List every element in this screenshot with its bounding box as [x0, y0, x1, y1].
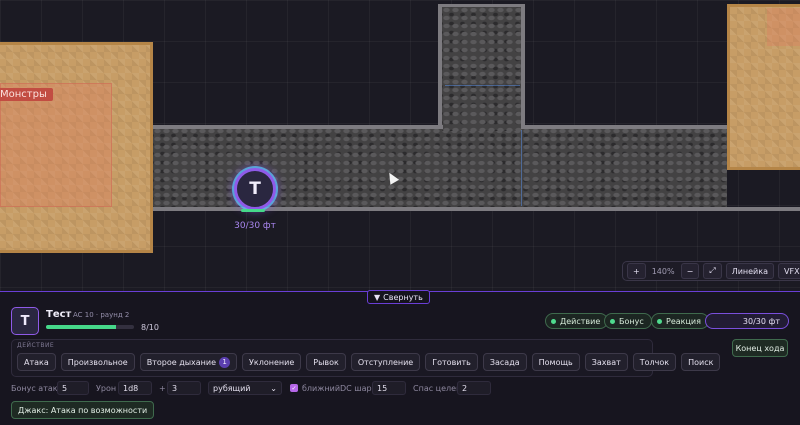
action-help-button[interactable]: Помощь — [531, 353, 580, 371]
character-name: Тест — [46, 309, 72, 320]
action-disengage-button[interactable]: Отступление — [350, 353, 421, 371]
save-dc-input[interactable]: 15 — [372, 381, 406, 395]
attack-bonus-label: Бонус атаки — [11, 384, 63, 393]
damage-type-value: рубящий — [213, 383, 251, 393]
economy-label: Бонус — [619, 316, 644, 326]
available-dot-icon — [610, 318, 615, 324]
movement-remaining: 30/30 фт — [705, 313, 789, 329]
wall — [438, 6, 442, 129]
action-label: Уклонение — [249, 357, 295, 367]
action-ready-button[interactable]: Готовить — [425, 353, 478, 371]
action-economy-action: Действие — [545, 313, 609, 329]
available-dot-icon — [657, 318, 662, 324]
action-label: Помощь — [538, 357, 573, 367]
damage-type-select[interactable]: рубящий ⌄ — [208, 381, 282, 395]
melee-label: ближний — [302, 384, 341, 393]
economy-label: Действие — [560, 316, 601, 326]
east-room-marker — [767, 8, 800, 46]
expand-icon: ⤢ — [709, 266, 716, 275]
available-dot-icon — [551, 318, 556, 324]
wall — [521, 6, 525, 129]
token-health-bar — [241, 209, 265, 212]
action-label: Готовить — [432, 357, 471, 367]
token-initial: T — [249, 179, 261, 199]
wall — [153, 125, 443, 129]
action-attack-button[interactable]: Атака — [17, 353, 56, 371]
vfx-button[interactable]: VFX — [778, 263, 800, 279]
damage-label: Урон — [96, 384, 117, 393]
triangle-down-icon: ▼ — [374, 292, 381, 302]
target-saves-label: Спас целей — [413, 384, 462, 393]
collapse-panel-button[interactable]: ▼ Свернуть — [367, 290, 430, 304]
corridor-vertical — [442, 6, 522, 131]
battle-map[interactable]: Монстры T 30/30 фт + 140% − ⤢ Линейка VF… — [0, 0, 800, 292]
character-meta: AC 10 · раунд 2 — [73, 311, 130, 319]
fullscreen-button[interactable]: ⤢ — [703, 263, 722, 279]
action-dash-button[interactable]: Рывок — [306, 353, 346, 371]
game-screen: Монстры T 30/30 фт + 140% − ⤢ Линейка VF… — [0, 0, 800, 425]
actions-heading: ДЕЙСТВИЕ — [17, 342, 55, 349]
action-economy-bonus: Бонус — [604, 313, 652, 329]
map-toolbar: + 140% − ⤢ Линейка VFX — [622, 261, 800, 281]
melee-checkbox[interactable]: ✓ — [290, 384, 298, 392]
collapse-label: Свернуть — [383, 292, 423, 302]
uses-badge: 1 — [219, 356, 231, 368]
action-hide-button[interactable]: Засада — [482, 353, 527, 371]
action-label: Второе дыхание — [146, 357, 217, 367]
actions-row: Атака Произвольное Второе дыхание 1 Укло… — [17, 353, 721, 371]
action-second-wind-button[interactable]: Второе дыхание 1 — [139, 353, 238, 371]
zoom-in-button[interactable]: + — [627, 263, 646, 279]
action-label: Поиск — [688, 357, 714, 367]
damage-plus-label: + — [159, 384, 166, 393]
character-hp-text: 8/10 — [141, 323, 159, 332]
checkmark-icon: ✓ — [291, 384, 297, 392]
action-label: Отступление — [357, 357, 414, 367]
grid-guide-line — [445, 85, 520, 86]
attack-bonus-input[interactable]: 5 — [57, 381, 89, 395]
grid-guide-line — [521, 130, 522, 206]
economy-label: Реакция — [666, 316, 701, 326]
character-avatar[interactable]: T — [11, 307, 39, 335]
zoom-out-button[interactable]: − — [680, 263, 700, 279]
action-grapple-button[interactable]: Захват — [584, 353, 628, 371]
action-label: Рывок — [313, 357, 339, 367]
action-label: Атака — [24, 357, 49, 367]
chevron-down-icon: ⌄ — [270, 383, 277, 393]
damage-bonus-input[interactable]: 3 — [167, 381, 201, 395]
ruler-button[interactable]: Линейка — [725, 263, 774, 279]
wall — [438, 4, 525, 7]
action-custom-button[interactable]: Произвольное — [60, 353, 135, 371]
action-shove-button[interactable]: Толчок — [632, 353, 677, 371]
end-turn-button[interactable]: Конец хода — [732, 339, 788, 357]
hp-fill — [46, 325, 117, 329]
token-movement-label: 30/30 фт — [234, 221, 276, 231]
action-label: Захват — [591, 357, 621, 367]
action-economy-reaction: Реакция — [651, 313, 709, 329]
action-label: Засада — [489, 357, 520, 367]
action-label: Толчок — [639, 357, 670, 367]
action-search-button[interactable]: Поиск — [681, 353, 721, 371]
wall — [521, 125, 727, 129]
target-saves-input[interactable]: 2 — [457, 381, 491, 395]
action-label: Произвольное — [67, 357, 128, 367]
monster-zone-label: Монстры — [0, 88, 53, 101]
opportunity-attack-button[interactable]: Джакс: Атака по возможности — [11, 401, 155, 419]
player-token[interactable]: T — [234, 168, 276, 210]
damage-dice-input[interactable]: 1d8 — [118, 381, 152, 395]
monster-zone[interactable] — [0, 83, 112, 207]
character-hp-bar — [46, 325, 134, 329]
zoom-level: 140% — [651, 266, 675, 276]
action-dodge-button[interactable]: Уклонение — [242, 353, 302, 371]
